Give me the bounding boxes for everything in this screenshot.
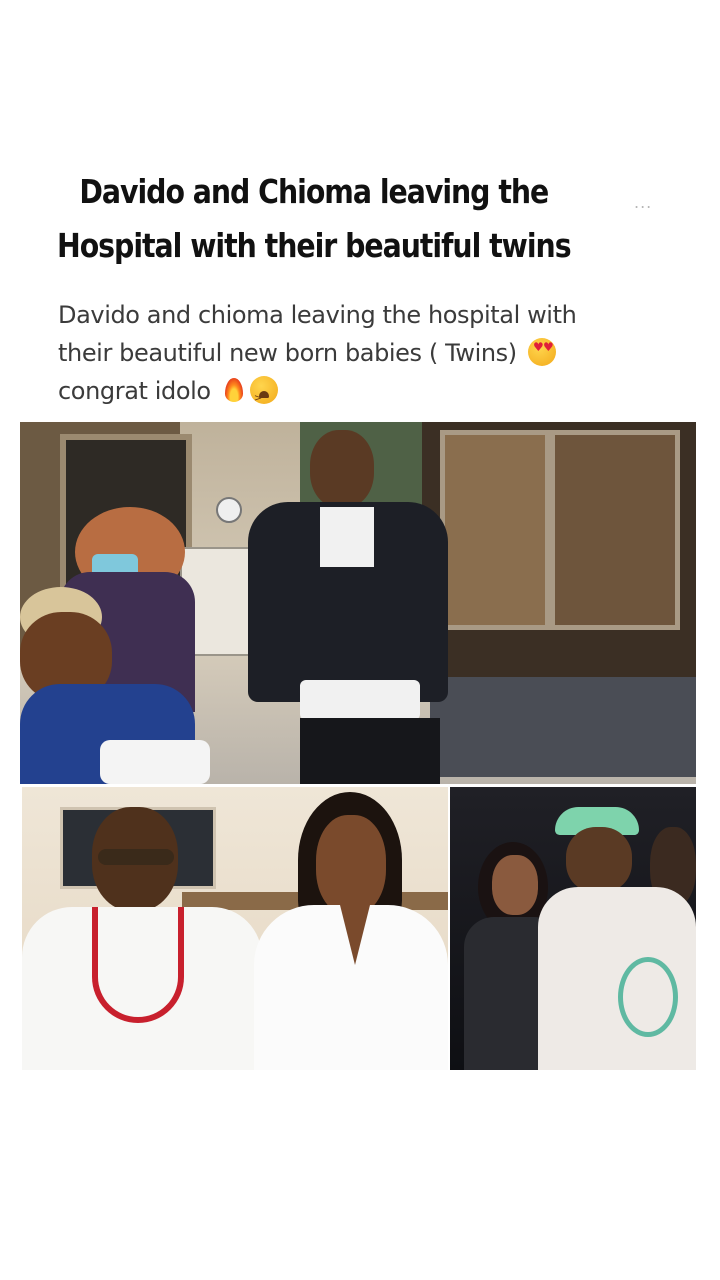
fire-emoji-icon [222,376,246,404]
tweet-line-text: their beautiful new born babies ( Twins) [58,339,517,367]
couple-white-outfits-photo[interactable] [22,787,448,1070]
post-headline: Davido and Chioma leaving the Hospital w… [56,172,572,265]
tweet-text: Davido and chioma leaving the hospital w… [58,296,658,456]
tweet-line: their beautiful new born babies ( Twins) [58,334,658,372]
heart-eyes-emoji-icon [527,338,556,366]
hospital-exit-photo[interactable] [20,422,696,784]
tweet-line: congrat idolo [58,372,658,456]
couple-night-out-photo[interactable] [450,787,696,1070]
weary-face-emoji-icon [249,376,278,456]
more-options-icon[interactable]: ... [634,195,662,211]
tweet-line-text: congrat idolo [58,377,211,405]
tweet-line: Davido and chioma leaving the hospital w… [58,301,577,329]
